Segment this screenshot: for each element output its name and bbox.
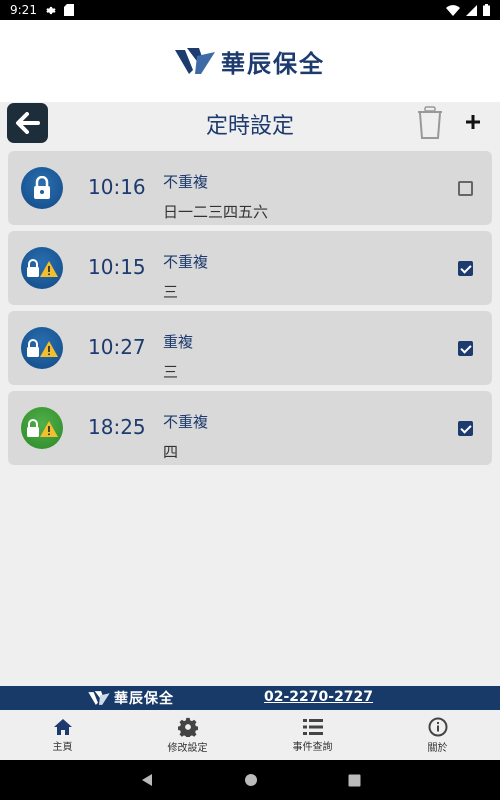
settings-status-icon [46, 6, 56, 14]
schedule-time: 10:27 [88, 335, 146, 359]
schedule-list: 10:16 不重複 日一二三四五六 10:15 不重複 三 10:27 重複 三… [8, 151, 492, 471]
phone-link[interactable]: 02-2270-2727 [264, 689, 373, 705]
brand-header: 華辰保全 [0, 20, 500, 102]
schedule-time: 10:16 [88, 175, 146, 199]
plus-icon [466, 115, 480, 129]
info-icon [428, 717, 447, 736]
tab-about[interactable]: 關於 [375, 710, 500, 760]
home-circle-icon[interactable] [244, 773, 258, 787]
wifi-icon [446, 4, 460, 16]
list-icon [302, 718, 323, 735]
schedule-row[interactable]: 10:27 重複 三 [8, 311, 492, 385]
arrow-left-icon [15, 112, 40, 134]
trash-icon [418, 106, 442, 139]
footer-logo: 華辰保全 [88, 688, 174, 708]
gear-icon [177, 717, 198, 737]
brand-logo-icon [175, 48, 215, 74]
back-triangle-icon[interactable] [140, 773, 154, 787]
tab-label: 修改設定 [167, 742, 208, 754]
schedule-days: 三 [163, 363, 179, 381]
footer-brand-name: 華辰保全 [114, 691, 174, 707]
status-bar: 9:21 [0, 0, 500, 20]
tab-settings[interactable]: 修改設定 [125, 710, 250, 760]
brand-logo-icon [88, 691, 110, 705]
recents-square-icon[interactable] [348, 774, 361, 787]
schedule-repeat: 不重複 [163, 173, 209, 191]
brand-name: 華辰保全 [221, 49, 325, 78]
lock-warning-icon [21, 247, 63, 289]
tab-label: 關於 [427, 742, 448, 754]
schedule-enable-checkbox[interactable] [458, 421, 473, 436]
tab-label: 事件查詢 [292, 741, 333, 753]
schedule-row[interactable]: 10:16 不重複 日一二三四五六 [8, 151, 492, 225]
schedule-time: 18:25 [88, 415, 146, 439]
schedule-days: 三 [163, 283, 179, 301]
battery-icon [483, 4, 490, 16]
page-header: 定時設定 [0, 102, 500, 146]
lock-icon [21, 167, 63, 209]
bottom-tab-bar: 主頁 修改設定 事件查詢 關於 [0, 710, 500, 760]
signal-icon [466, 4, 477, 16]
system-nav-bar [0, 760, 500, 800]
lock-warning-icon [21, 407, 63, 449]
sd-card-icon [63, 4, 74, 16]
schedule-days: 日一二三四五六 [163, 203, 269, 221]
schedule-row[interactable]: 10:15 不重複 三 [8, 231, 492, 305]
back-button[interactable] [7, 103, 48, 143]
schedule-row[interactable]: 18:25 不重複 四 [8, 391, 492, 465]
tab-events[interactable]: 事件查詢 [250, 710, 375, 760]
schedule-enable-checkbox[interactable] [458, 261, 473, 276]
schedule-time: 10:15 [88, 255, 146, 279]
lock-warning-icon [21, 327, 63, 369]
schedule-repeat: 重複 [163, 333, 194, 351]
delete-button[interactable] [416, 106, 444, 140]
schedule-enable-checkbox[interactable] [458, 341, 473, 356]
tab-home[interactable]: 主頁 [0, 710, 125, 760]
schedule-repeat: 不重複 [163, 413, 209, 431]
schedule-enable-checkbox[interactable] [458, 181, 473, 196]
schedule-repeat: 不重複 [163, 253, 209, 271]
schedule-days: 四 [163, 443, 179, 461]
tab-label: 主頁 [52, 741, 73, 753]
footer-banner: 華辰保全 02-2270-2727 [0, 686, 500, 710]
add-button[interactable] [461, 110, 485, 138]
home-icon [53, 718, 72, 735]
status-time: 9:21 [10, 3, 37, 17]
